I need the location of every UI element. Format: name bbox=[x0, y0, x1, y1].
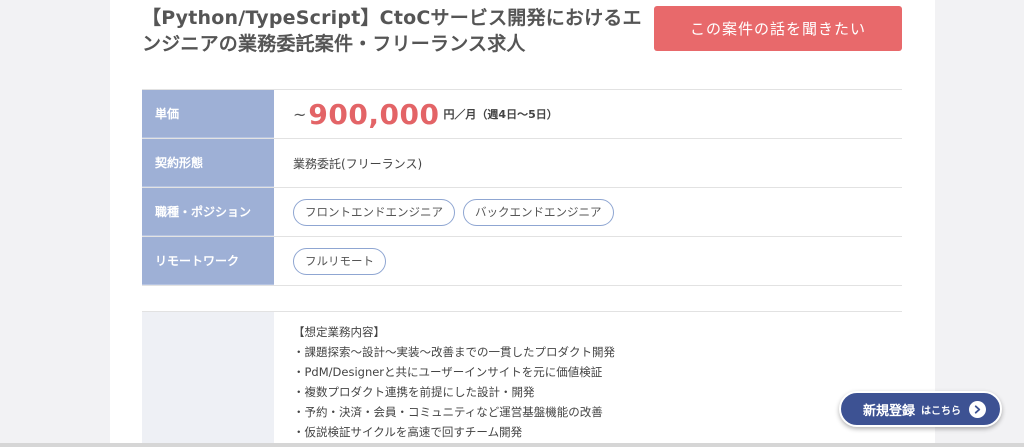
position-row: 職種・ポジション フロントエンドエンジニア バックエンドエンジニア bbox=[142, 188, 902, 237]
contract-label: 契約形態 bbox=[142, 139, 274, 187]
price-tilde: ~ bbox=[293, 104, 307, 124]
job-description: 【想定業務内容】 ・課題探索〜設計〜実装〜改善までの一貫したプロダクト開発 ・P… bbox=[142, 311, 902, 447]
description-line: ・課題探索〜設計〜実装〜改善までの一貫したプロダクト開発 bbox=[293, 345, 615, 359]
position-tag-frontend[interactable]: フロントエンドエンジニア bbox=[293, 198, 455, 226]
price-value: ~ 900,000 円／月（週4日〜5日） bbox=[274, 90, 902, 138]
description-line: ・予約・決済・会員・コミュニティなど運営基盤機能の改善 bbox=[293, 405, 603, 419]
chevron-right-icon bbox=[969, 401, 986, 418]
position-tags: フロントエンドエンジニア バックエンドエンジニア bbox=[274, 188, 902, 236]
price-amount: 900,000 bbox=[308, 97, 440, 131]
register-sub-label: はこちら bbox=[921, 405, 962, 417]
description-label-cell bbox=[142, 312, 274, 447]
position-tag-backend[interactable]: バックエンドエンジニア bbox=[463, 198, 614, 226]
contract-value: 業務委託(フリーランス) bbox=[293, 156, 423, 171]
contract-row: 契約形態 業務委託(フリーランス) bbox=[142, 139, 902, 188]
position-label: 職種・ポジション bbox=[142, 188, 274, 236]
description-line: ・仮説検証サイクルを高速で回すチーム開発 bbox=[293, 425, 523, 439]
description-line: ・PdM/Designerと共にユーザーインサイトを元に価値検証 bbox=[293, 365, 603, 379]
remote-tag-full[interactable]: フルリモート bbox=[293, 247, 386, 275]
register-main-label: 新規登録 bbox=[863, 403, 916, 419]
remote-tags: フルリモート bbox=[274, 237, 902, 285]
price-label: 単価 bbox=[142, 90, 274, 138]
remote-row: リモートワーク フルリモート bbox=[142, 237, 902, 286]
inquire-button[interactable]: この案件の話を聞きたい bbox=[654, 6, 902, 51]
price-row: 単価 ~ 900,000 円／月（週4日〜5日） bbox=[142, 90, 902, 139]
description-line: ・複数プロダクト連携を前提にした設計・開発 bbox=[293, 385, 535, 399]
register-button[interactable]: 新規登録 はこちら bbox=[839, 391, 1002, 427]
job-details-table: 単価 ~ 900,000 円／月（週4日〜5日） 契約形態 業務委託(フリーラン… bbox=[142, 89, 902, 286]
description-body: 【想定業務内容】 ・課題探索〜設計〜実装〜改善までの一貫したプロダクト開発 ・P… bbox=[274, 312, 902, 447]
description-line: 【想定業務内容】 bbox=[293, 325, 385, 339]
price-unit: 円／月（週4日〜5日） bbox=[443, 108, 558, 121]
remote-label: リモートワーク bbox=[142, 237, 274, 285]
horizontal-scrollbar[interactable] bbox=[0, 443, 1024, 447]
job-title: 【Python/TypeScript】CtoCサービス開発におけるエンジニアの業… bbox=[142, 7, 642, 55]
